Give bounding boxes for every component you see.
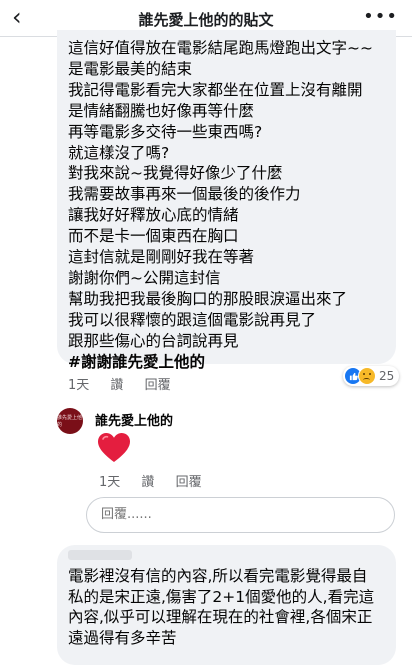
- avatar[interactable]: 誰先愛上他的: [57, 408, 83, 434]
- reply-input[interactable]: [99, 506, 383, 523]
- comment-line: 這封信就是剛剛好我在等著: [68, 248, 255, 267]
- reaction-count: 25: [379, 369, 395, 383]
- comment-bubble: 電影裡沒有信的內容,所以看完電影覺得最自 私的是宋正遠,傷害了2+1個愛他的人,看…: [57, 545, 396, 665]
- comment-line: 我可以很釋懷的跟這個電影說再見了: [68, 310, 317, 329]
- hashtag-link[interactable]: #謝謝誰先愛上他的: [68, 352, 373, 373]
- like-action[interactable]: 讚: [141, 475, 154, 490]
- comment-line: 對我來說~我覺得好像少了什麼: [68, 164, 283, 183]
- reaction-summary[interactable]: 25: [343, 366, 400, 386]
- comment-bubble: 這信好值得放在電影結尾跑馬燈跑出文字~~ 是電影最美的結束我記得電影看完大家都坐在…: [57, 30, 396, 371]
- comment-line: 讓我好好釋放心底的情緒: [68, 206, 239, 225]
- comment-line: 幫助我把我最後胸口的那股眼淚逼出來了: [68, 289, 348, 308]
- avatar-logo-text: 誰先愛上他的: [57, 415, 83, 428]
- comment-text: 電影裡沒有信的內容,所以看完電影覺得最自 私的是宋正遠,傷害了2+1個愛他的人,看…: [68, 566, 374, 649]
- red-heart-icon: [98, 433, 130, 462]
- redacted-author-name: [68, 550, 132, 560]
- comment-line: 遠過得有多辛苦: [68, 629, 177, 648]
- reply-action[interactable]: 回覆: [176, 475, 202, 490]
- reply-actions: 1天 讚 回覆: [99, 471, 219, 490]
- reply-author-name[interactable]: 誰先愛上他的: [95, 410, 173, 429]
- comment-line: 我記得電影看完大家都坐在位置上沒有離開: [68, 80, 363, 99]
- more-options-icon[interactable]: •••: [363, 6, 398, 27]
- comment-text: 這信好值得放在電影結尾跑馬燈跑出文字~~ 是電影最美的結束我記得電影看完大家都坐在…: [68, 38, 373, 373]
- comment-line: 再等電影多交待一些東西嗎?: [68, 122, 263, 141]
- comment-line: 就這樣沒了嗎?: [68, 143, 170, 162]
- sad-reaction-icon: [358, 367, 376, 385]
- comment-line: 我需要故事再來一個最後的後作力: [68, 185, 301, 204]
- comment-line: 是情緒翻騰也好像再等什麼: [68, 101, 255, 120]
- comment-timestamp: 1天: [68, 378, 90, 393]
- comment-line: 內容,似乎可以理解在現在的社會裡,各個宋正: [68, 608, 373, 627]
- comment-line: 這信好值得放在電影結尾跑馬燈跑出文字~~: [68, 39, 373, 57]
- like-action[interactable]: 讚: [110, 378, 123, 393]
- reply-input-box[interactable]: [86, 497, 395, 533]
- comment-actions: 1天 讚 回覆: [68, 374, 188, 393]
- comment-line: 私的是宋正遠,傷害了2+1個愛他的人,看完這: [68, 587, 375, 606]
- reply-action[interactable]: 回覆: [145, 378, 171, 393]
- comment-line: 而不是卡一個東西在胸口: [68, 227, 239, 246]
- comment-line: 電影裡沒有信的內容,所以看完電影覺得最自: [68, 567, 368, 585]
- reply-timestamp: 1天: [99, 475, 121, 490]
- page-title: 誰先愛上他的的貼文: [138, 11, 274, 29]
- comment-line: 跟那些傷心的台詞說再見: [68, 331, 239, 350]
- comment-line: 謝謝你們~公開這封信: [68, 268, 221, 287]
- comment-line: 是電影最美的結束: [68, 59, 193, 78]
